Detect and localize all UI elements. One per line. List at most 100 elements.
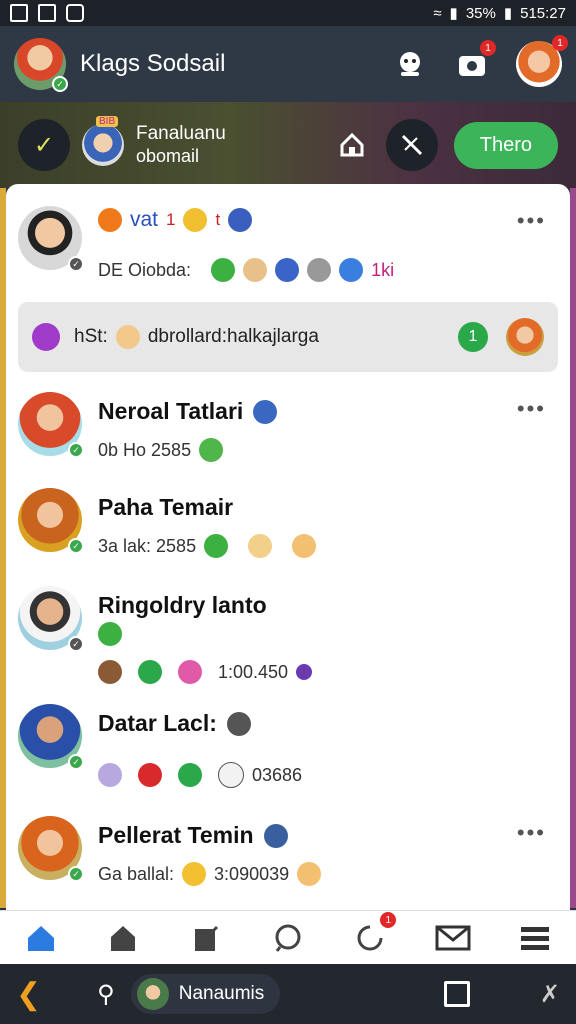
nav-chat[interactable] [268,918,308,958]
post-meta-text: DE Oiobda: [98,259,192,280]
smile-emoji-icon [183,208,208,232]
post-item[interactable]: ✓ vat 1 t ••• DE Oiobda: 1ki [6,204,570,304]
avatar[interactable]: ✓ [18,206,84,272]
profile-banner: ✓ BIB Fanaluanu obomail Thero [0,102,576,188]
toggle-icon [218,762,244,788]
pin-tool-icon[interactable]: ✗ [540,980,560,1009]
search-icon[interactable]: ⚲ [97,980,115,1009]
sync-icon [66,4,84,22]
avatar[interactable]: ✓ [18,704,84,770]
nav-notification-badge: 1 [380,912,397,928]
status-bar: ≈ ▮ 35% ▮ 515:27 [0,0,576,26]
profile-ghost-icon[interactable] [392,46,428,82]
house-icon [111,926,136,951]
avatar[interactable]: ✓ [18,392,84,458]
online-badge: ✓ [68,754,84,770]
list-item[interactable]: ✓ Paha Temair 3a lak: 2585 [6,488,570,584]
status-badge: ✓ [68,256,84,272]
pin-icon [339,258,364,282]
recents-icon[interactable] [443,981,470,1007]
back-arrow-icon[interactable]: ❮ [16,977,41,1012]
online-badge: ✓ [68,866,84,882]
clover-emoji-icon [138,660,162,684]
app-title: Klags Sodsail [80,50,226,77]
post-head-text: vat [130,208,159,231]
contact-name: Datar Lacl: [98,710,217,736]
avatar[interactable]: ✓ [18,586,84,652]
contact-meta-prefix: Ga ballal: [98,863,175,884]
face-emoji-icon [98,660,122,684]
heart-emoji-icon [32,323,60,351]
clap-emoji-icon [297,862,322,886]
nav-notifications[interactable]: 1 [350,912,397,958]
robot-emoji-icon [307,258,332,282]
info-icon [253,399,278,424]
home-icon[interactable] [334,127,370,163]
list-item[interactable]: ✓ Pellerat Temin ••• Ga ballal: 3:090039 [6,816,570,910]
mute-icon[interactable] [385,119,438,171]
post-head-count: 1 [166,210,176,229]
composer-prefix: hSt: [74,326,108,347]
contact-name: Paha Temair [98,494,234,520]
message-composer[interactable]: hSt: dbrollard:halkajlarga 1 [18,302,558,372]
side-accent-right [570,188,576,908]
camera-icon[interactable]: 1 [454,40,496,82]
system-bar: ❮ ⚲ Nanaumis ✗ [0,964,576,1024]
menu-icon [520,927,549,950]
more-options-icon[interactable]: ••• [517,820,546,846]
info-icon [226,711,251,736]
sparkle-icon [296,664,313,680]
info-icon [228,208,253,232]
list-item[interactable]: ✓ Ringoldry lanto 1:00.450 [6,586,570,704]
face-emoji-icon [98,763,122,787]
bottom-navigation: 1 [0,910,576,965]
wifi-icon: ≈ [433,4,442,22]
user-chip[interactable]: Nanaumis [130,974,281,1014]
banner-title: Fanaluanu [136,122,226,144]
leaf-icon[interactable]: ✓ [18,119,70,171]
contact-name: Ringoldry lanto [98,592,267,618]
contact-name: Pellerat Temin [98,822,254,848]
verified-badge: ✓ [52,76,68,92]
clap-emoji-icon [292,534,317,558]
heart-emoji-icon [138,763,162,787]
fire-emoji-icon [98,208,122,232]
profile-avatar[interactable]: ✓ [14,38,68,92]
nav-menu[interactable] [515,918,555,958]
feed: ✓ vat 1 t ••• DE Oiobda: 1ki hSt: dbroll… [6,184,570,910]
camera-notification-badge: 1 [480,40,496,56]
nav-houses[interactable] [103,918,143,958]
action-button[interactable]: Thero [453,121,558,169]
composer-text: dbrollard:halkajlarga [147,326,319,347]
avatar[interactable]: ✓ [18,816,84,882]
contact-meta: 3a lak: 2585 [98,535,197,556]
online-badge: ✓ [68,538,84,554]
banner-avatar[interactable]: BIB [82,116,124,166]
leaf-emoji-icon [211,258,236,282]
signal-icon: ▮ [449,5,458,22]
list-item[interactable]: ✓ Datar Lacl: 03686 [6,704,570,814]
user-chip-name: Nanaumis [178,983,265,1004]
smile-emoji-icon [182,862,207,886]
account-notification-badge: 1 [552,35,568,51]
info-icon [263,823,288,848]
list-item[interactable]: ✓ Neroal Tatlari ••• 0b Ho 2585 [6,392,570,488]
nav-home[interactable] [21,918,61,958]
notification-icon [10,4,28,22]
account-avatar[interactable]: 1 [516,35,568,87]
post-meta-count: 1ki [371,259,395,280]
face-emoji-icon [243,258,268,282]
nav-mail[interactable] [433,918,473,958]
notifications-icon [357,925,383,951]
more-options-icon[interactable]: ••• [517,396,546,422]
nav-notes[interactable] [186,918,226,958]
avatar[interactable]: ✓ [18,488,84,554]
contact-meta: 03686 [252,764,303,785]
hand-emoji-icon [248,534,273,558]
contact-name: Neroal Tatlari [98,398,244,424]
composer-avatar[interactable] [506,318,544,356]
check-emoji-icon [178,763,202,787]
online-badge: ✓ [68,442,84,458]
smile-emoji-icon [115,325,140,349]
more-options-icon[interactable]: ••• [517,208,546,234]
